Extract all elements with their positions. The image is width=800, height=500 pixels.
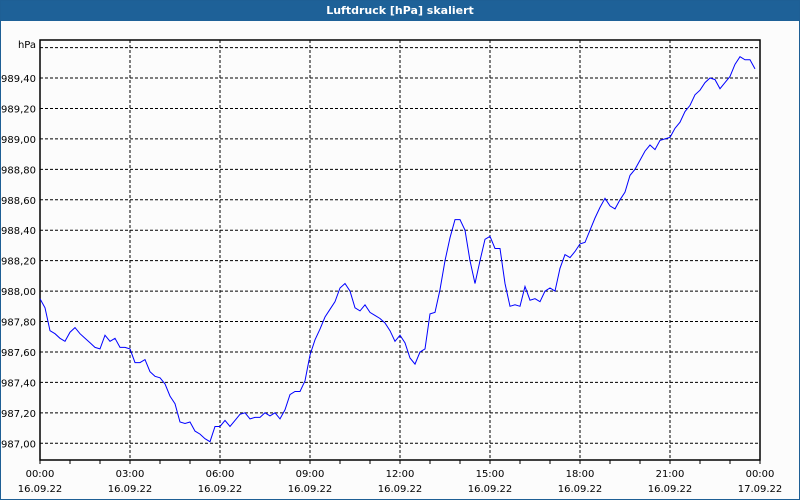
x-tick-date: 16.09.22 <box>648 484 693 495</box>
y-tick-label: 987,60 <box>1 348 36 359</box>
y-tick-label: 989,20 <box>1 104 36 115</box>
x-tick-date: 16.09.22 <box>468 484 513 495</box>
x-tick-date: 16.09.22 <box>378 484 423 495</box>
x-tick-time: 03:00 <box>116 469 145 480</box>
x-tick-time: 06:00 <box>206 469 235 480</box>
x-tick-time: 21:00 <box>656 469 685 480</box>
x-tick-date: 16.09.22 <box>108 484 153 495</box>
x-tick-time: 12:00 <box>386 469 415 480</box>
x-tick-date: 16.09.22 <box>558 484 603 495</box>
y-axis-unit-label: hPa <box>18 40 36 51</box>
x-tick-time: 15:00 <box>476 469 505 480</box>
x-tick-time: 18:00 <box>566 469 595 480</box>
y-tick-label: 989,40 <box>1 74 36 85</box>
pressure-series-line <box>39 56 756 443</box>
grid <box>40 40 760 460</box>
x-tick-date: 16.09.22 <box>18 484 63 495</box>
y-tick-label: 988,00 <box>1 287 36 298</box>
y-tick-label: 988,80 <box>1 165 36 176</box>
y-tick-label: 988,60 <box>1 196 36 207</box>
x-tick-time: 00:00 <box>746 469 775 480</box>
x-tick-date: 16.09.22 <box>288 484 333 495</box>
y-tick-label: 987,80 <box>1 318 36 329</box>
x-tick-time: 09:00 <box>296 469 325 480</box>
y-tick-label: 989,00 <box>1 135 36 146</box>
x-tick-date: 17.09.22 <box>738 484 783 495</box>
y-tick-label: 988,20 <box>1 257 36 268</box>
y-tick-label: 987,00 <box>1 439 36 450</box>
tick-labels: 989,40 989,20 989,00 988,80 988,60 988,40 988,… <box>1 74 782 495</box>
y-tick-label: 987,20 <box>1 409 36 420</box>
x-tick-date: 16.09.22 <box>198 484 243 495</box>
pressure-line-chart: 989,40 989,20 989,00 988,80 988,60 988,40 988,… <box>1 39 782 495</box>
y-tick-label: 987,40 <box>1 378 36 389</box>
y-tick-label: 988,40 <box>1 226 36 237</box>
x-tick-time: 00:00 <box>26 469 55 480</box>
